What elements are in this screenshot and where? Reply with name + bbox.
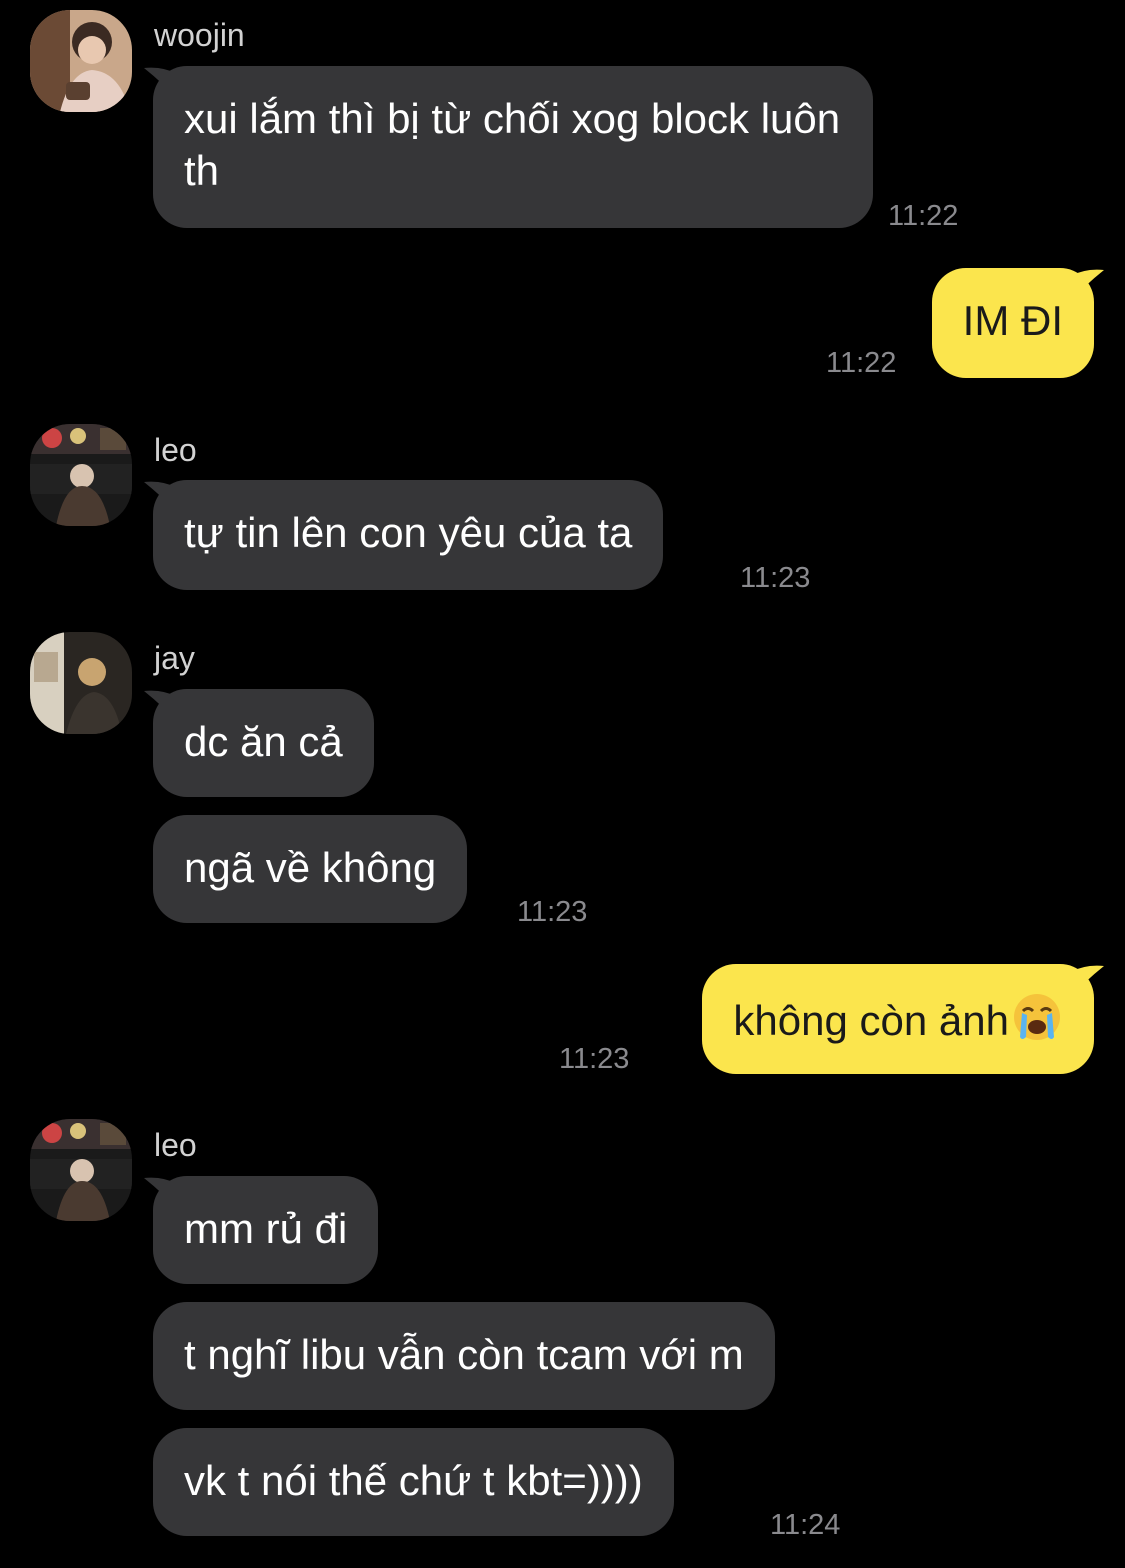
message-text: ngã về không (184, 844, 437, 891)
avatar-leo-image (30, 424, 132, 526)
message-text: xui lắm thì bị từ chối xog block luôn th (184, 95, 841, 194)
message-text: dc ăn cả (184, 718, 343, 765)
message-time: 11:24 (770, 1509, 841, 1541)
sender-name: jay (154, 640, 195, 676)
message-text: vk t nói thế chứ t kbt=)))) (184, 1457, 643, 1504)
message-text: t nghĩ libu vẫn còn tcam với m (184, 1331, 744, 1378)
avatar-jay[interactable] (30, 632, 132, 734)
avatar-leo-image (30, 1119, 132, 1221)
message-text: tự tin lên con yêu của ta (184, 509, 633, 556)
message-bubble[interactable]: mm rủ đi (153, 1176, 379, 1284)
message-bubble[interactable]: tự tin lên con yêu của ta (153, 480, 664, 590)
message-bubble[interactable]: t nghĩ libu vẫn còn tcam với m (153, 1302, 775, 1410)
avatar-jay-image (30, 632, 132, 734)
message-bubble-outgoing[interactable]: IM ĐI (931, 268, 1094, 378)
avatar-woojin-image (30, 10, 132, 112)
message-bubble-outgoing[interactable]: không còn ảnh (702, 964, 1094, 1074)
message-time: 11:23 (740, 562, 811, 594)
message-bubble[interactable]: dc ăn cả (153, 689, 374, 797)
message-bubble[interactable]: xui lắm thì bị từ chối xog block luôn th (153, 66, 873, 228)
message-bubble[interactable]: ngã về không (153, 815, 468, 923)
message-text: không còn ảnh (733, 997, 1009, 1044)
sender-name: leo (154, 1127, 197, 1163)
chat-thread[interactable]: woojin xui lắm thì bị từ chối xog block … (0, 0, 1125, 1568)
message-time: 11:22 (826, 347, 897, 379)
loudly-crying-face-icon (1014, 994, 1060, 1040)
message-text: mm rủ đi (184, 1205, 348, 1252)
message-text: IM ĐI (962, 297, 1063, 344)
message-bubble[interactable]: vk t nói thế chứ t kbt=)))) (153, 1428, 674, 1536)
message-time: 11:22 (888, 200, 959, 232)
avatar-woojin[interactable] (30, 10, 132, 112)
message-time: 11:23 (559, 1043, 630, 1075)
sender-name: woojin (154, 17, 245, 53)
sender-name: leo (154, 432, 197, 468)
avatar-leo[interactable] (30, 424, 132, 526)
avatar-leo[interactable] (30, 1119, 132, 1221)
message-time: 11:23 (517, 896, 588, 928)
